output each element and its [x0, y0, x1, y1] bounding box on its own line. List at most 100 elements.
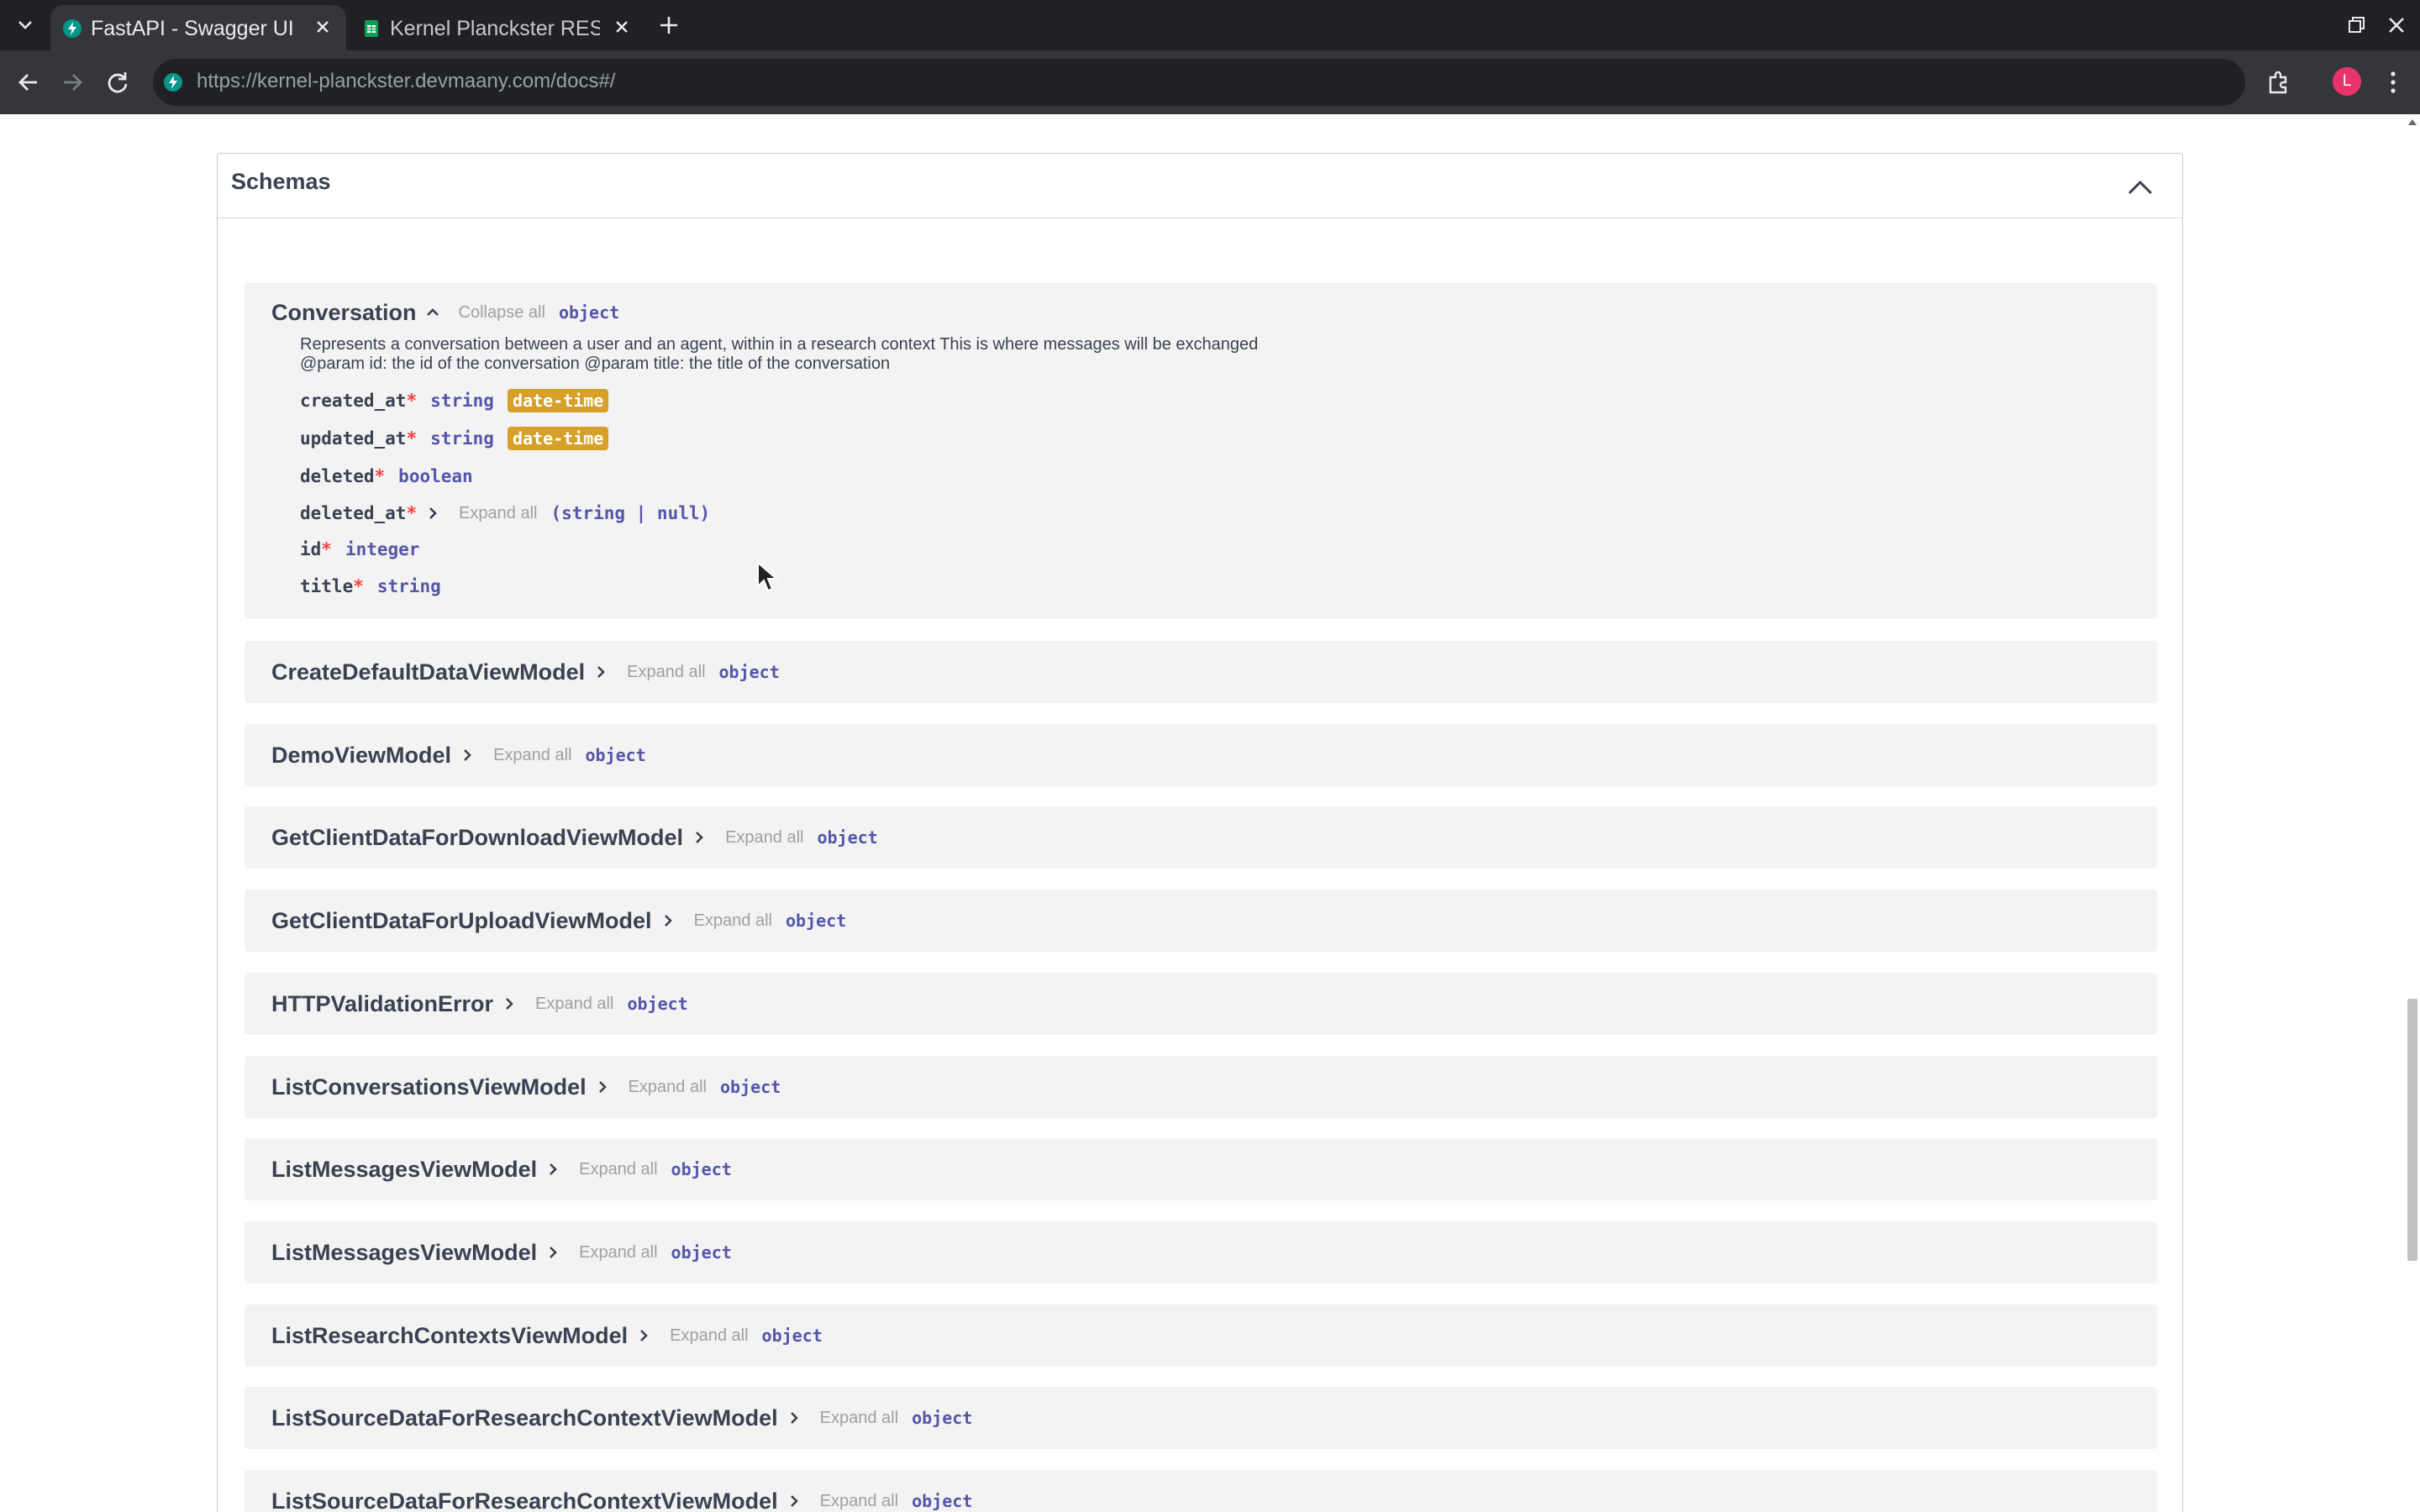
expand-all-link[interactable]: Expand all — [579, 1160, 657, 1179]
model-description: Represents a conversation between a user… — [300, 335, 1258, 374]
page-viewport: Schemas Conversation Collapse all object… — [0, 114, 2405, 1512]
reload-icon[interactable] — [103, 67, 133, 97]
schema-model[interactable]: DemoViewModel Expand all object — [245, 724, 2157, 786]
property-type: integer — [345, 539, 420, 559]
new-tab-plus-icon[interactable] — [655, 12, 682, 39]
tab-kernel-planckster[interactable]: Kernel Planckster RES — [350, 5, 645, 50]
schema-model[interactable]: ListResearchContextsViewModel Expand all… — [245, 1305, 2157, 1367]
schema-model[interactable]: HTTPValidationError Expand all object — [245, 973, 2157, 1035]
expand-all-link[interactable]: Expand all — [627, 663, 705, 682]
model-name: ListResearchContextsViewModel — [271, 1322, 629, 1348]
schema-model[interactable]: ListConversationsViewModel Expand all ob… — [245, 1056, 2157, 1118]
more-vert-icon[interactable] — [2383, 67, 2403, 97]
property-title: title * string — [300, 572, 441, 601]
profile-avatar[interactable]: L — [2333, 67, 2361, 96]
schema-model-header[interactable]: ListMessagesViewModel Expand all object — [271, 1138, 732, 1200]
expand-all-link[interactable]: Expand all — [670, 1326, 748, 1346]
restore-window-icon[interactable] — [2343, 12, 2370, 39]
schema-model-header[interactable]: CreateDefaultDataViewModel Expand all ob… — [271, 641, 780, 703]
schema-conversation-header[interactable]: Conversation Collapse all object — [271, 283, 619, 342]
model-name: ListSourceDataForResearchContextViewMode… — [271, 1488, 778, 1512]
tab-swagger-ui[interactable]: FastAPI - Swagger UI — [50, 5, 346, 50]
property-name: id — [300, 539, 322, 559]
model-name: ListConversationsViewModel — [271, 1074, 587, 1100]
chevron-right-icon[interactable] — [636, 1328, 651, 1343]
property-type: string — [430, 428, 494, 449]
scrollbar-thumb[interactable] — [2407, 999, 2417, 1261]
expand-all-link[interactable]: Expand all — [820, 1409, 898, 1428]
expand-all-link[interactable]: Expand all — [725, 828, 803, 848]
expand-all-link[interactable]: Expand all — [820, 1492, 898, 1511]
schema-model-header[interactable]: ListConversationsViewModel Expand all ob… — [271, 1056, 781, 1118]
expand-all-link[interactable]: Expand all — [493, 746, 571, 765]
property-name: deleted_at — [300, 503, 407, 523]
chevron-right-icon[interactable] — [460, 748, 475, 763]
expand-all-link[interactable]: Expand all — [579, 1243, 657, 1263]
schema-model[interactable]: GetClientDataForDownloadViewModel Expand… — [245, 806, 2157, 869]
expand-all-link[interactable]: Expand all — [629, 1078, 707, 1097]
tab-close-icon[interactable] — [313, 17, 333, 37]
chevron-right-icon[interactable] — [786, 1410, 802, 1425]
property-id: id * integer — [300, 535, 419, 564]
site-info-icon[interactable] — [163, 72, 183, 92]
required-star: * — [406, 428, 418, 449]
chevron-up-icon[interactable] — [425, 305, 440, 320]
chevron-right-icon[interactable] — [545, 1245, 560, 1260]
scroll-up-arrow-icon[interactable] — [2408, 119, 2417, 125]
url-path: /docs#/ — [550, 70, 616, 92]
schema-model[interactable]: ListSourceDataForResearchContextViewMode… — [245, 1470, 2157, 1512]
collapse-all-link[interactable]: Collapse all — [459, 303, 545, 323]
url-host: https://kernel-planckster.devmaany.com — [197, 70, 551, 92]
expand-all-link[interactable]: Expand all — [459, 504, 537, 523]
schema-model[interactable]: ListMessagesViewModel Expand all object — [245, 1138, 2157, 1200]
property-type: string — [430, 391, 494, 411]
forward-arrow-icon[interactable] — [57, 67, 87, 97]
description-line: @param id: the id of the conversation @p… — [300, 354, 891, 373]
mouse-cursor-icon — [757, 561, 779, 592]
schema-model[interactable]: GetClientDataForUploadViewModel Expand a… — [245, 890, 2157, 952]
extensions-puzzle-icon[interactable] — [2264, 67, 2294, 97]
schema-model-header[interactable]: ListMessagesViewModel Expand all object — [271, 1221, 732, 1284]
schema-model-header[interactable]: GetClientDataForDownloadViewModel Expand… — [271, 806, 878, 869]
chevron-right-icon[interactable] — [595, 1079, 610, 1095]
required-star: * — [406, 503, 418, 523]
model-type: object — [912, 1408, 973, 1428]
model-name: Conversation — [271, 299, 417, 325]
format-badge: date-time — [507, 389, 609, 412]
schema-model-header[interactable]: DemoViewModel Expand all object — [271, 724, 646, 786]
property-type: (string | null) — [550, 503, 711, 523]
chevron-right-icon[interactable] — [545, 1162, 560, 1177]
tab-search-chevron-icon[interactable] — [8, 8, 42, 42]
schemas-section: Schemas Conversation Collapse all object… — [217, 153, 2183, 1512]
chevron-right-icon[interactable] — [692, 830, 707, 845]
chevron-right-icon[interactable] — [502, 996, 517, 1011]
property-deleted-at: deleted_at * Expand all (string | null) — [300, 499, 710, 528]
chevron-right-icon[interactable] — [786, 1494, 802, 1509]
model-name: DemoViewModel — [271, 742, 452, 768]
chevron-right-icon[interactable] — [593, 664, 608, 680]
property-deleted: deleted * boolean — [300, 462, 473, 491]
expand-all-link[interactable]: Expand all — [694, 911, 772, 931]
model-type: object — [720, 1077, 781, 1097]
description-line: Represents a conversation between a user… — [300, 335, 1259, 354]
close-window-icon[interactable] — [2383, 12, 2410, 39]
schema-model-header[interactable]: ListSourceDataForResearchContextViewMode… — [271, 1470, 972, 1512]
schema-model-header[interactable]: HTTPValidationError Expand all object — [271, 973, 688, 1035]
property-type: string — [376, 576, 441, 596]
schemas-header[interactable]: Schemas — [218, 154, 2182, 218]
page-scrollbar[interactable] — [2405, 114, 2420, 1512]
chevron-up-icon[interactable] — [2125, 172, 2155, 202]
address-bar[interactable]: https://kernel-planckster.devmaany.com/d… — [153, 59, 2245, 106]
schema-model[interactable]: ListMessagesViewModel Expand all object — [245, 1221, 2157, 1284]
chevron-right-icon[interactable] — [425, 506, 440, 521]
model-name: HTTPValidationError — [271, 990, 494, 1016]
back-arrow-icon[interactable] — [13, 67, 44, 97]
schema-model[interactable]: CreateDefaultDataViewModel Expand all ob… — [245, 641, 2157, 703]
schema-model-header[interactable]: GetClientDataForUploadViewModel Expand a… — [271, 890, 846, 952]
schema-model[interactable]: ListSourceDataForResearchContextViewMode… — [245, 1387, 2157, 1449]
chevron-right-icon[interactable] — [660, 913, 676, 928]
tab-close-icon[interactable] — [612, 17, 632, 37]
expand-all-link[interactable]: Expand all — [535, 995, 613, 1014]
schema-model-header[interactable]: ListSourceDataForResearchContextViewMode… — [271, 1387, 972, 1449]
schema-model-header[interactable]: ListResearchContextsViewModel Expand all… — [271, 1305, 823, 1367]
